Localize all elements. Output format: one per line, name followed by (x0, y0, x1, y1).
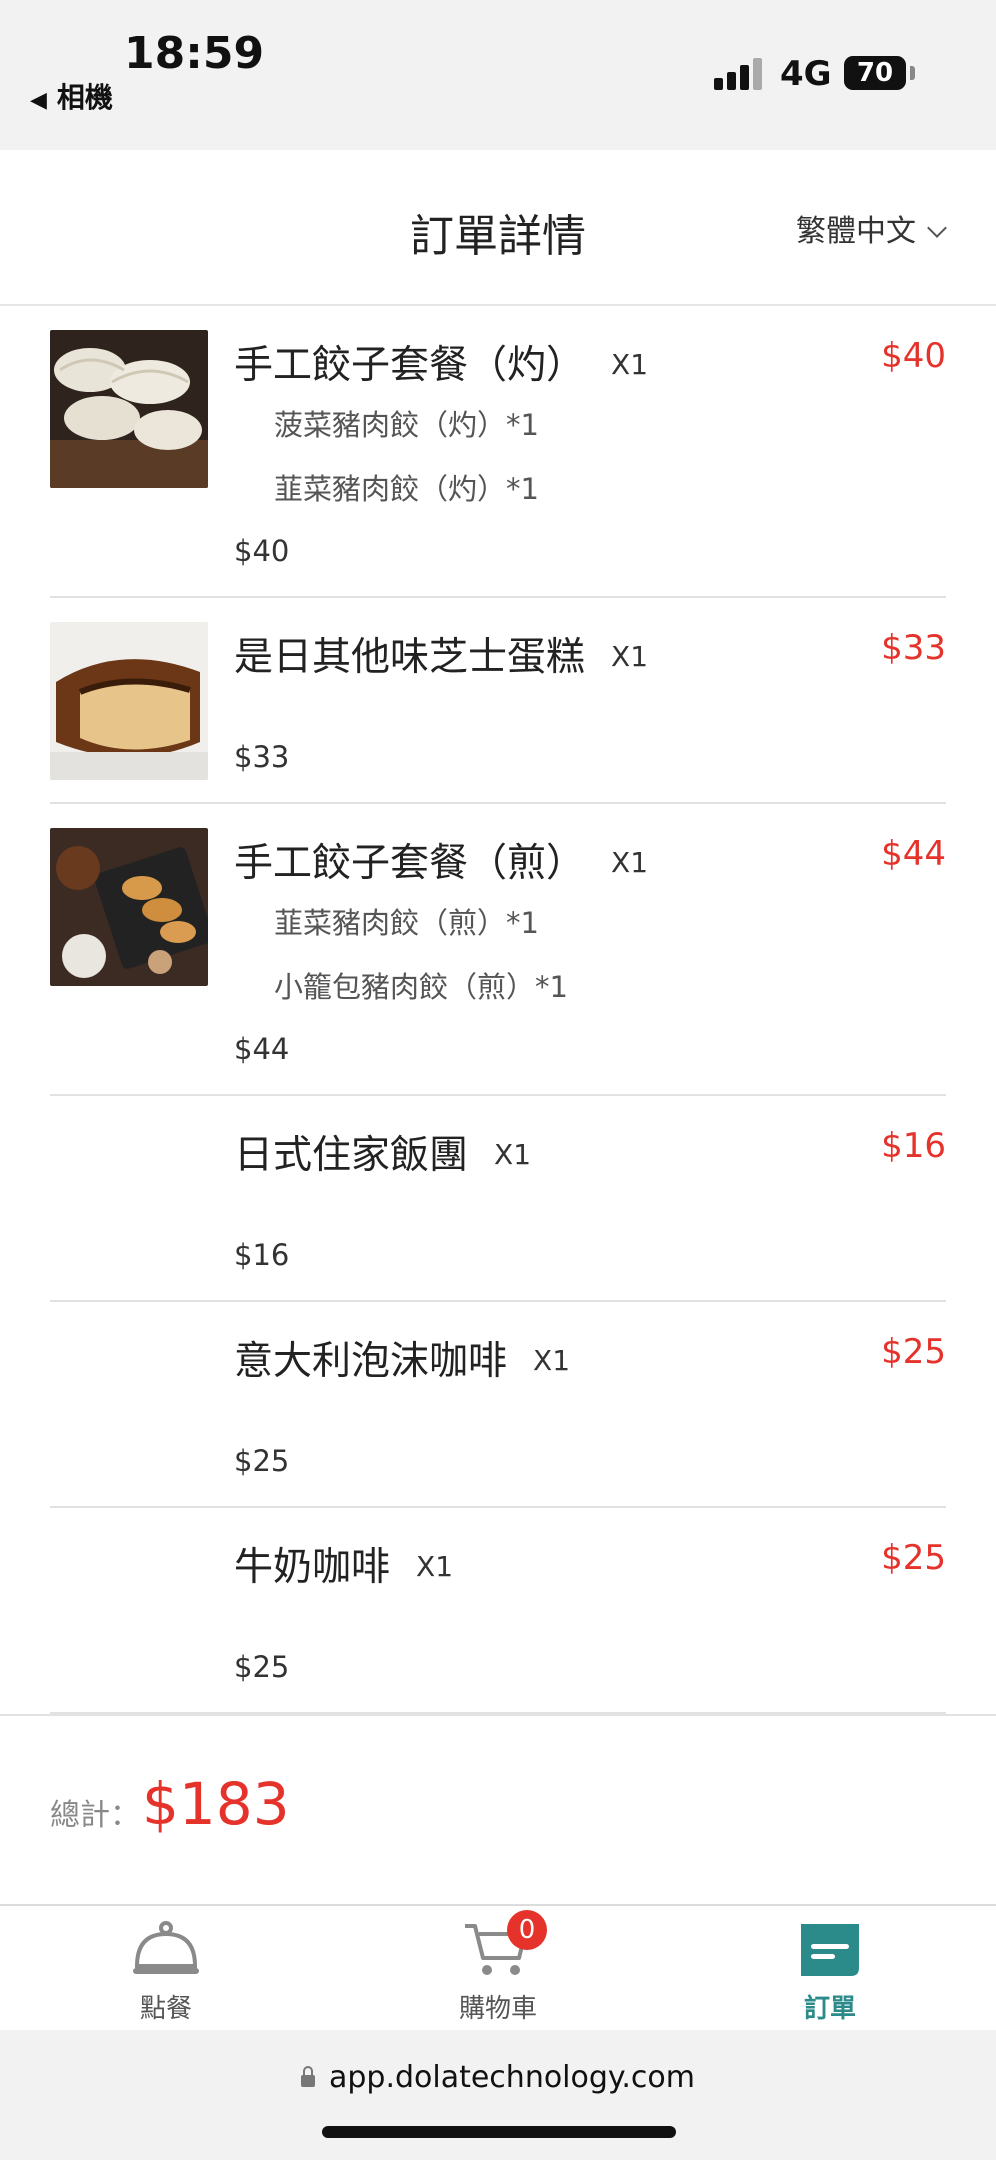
browser-url-bar[interactable]: app.dolatechnology.com (0, 2030, 996, 2160)
order-icon (795, 1918, 865, 1982)
url-text: app.dolatechnology.com (328, 2060, 696, 2095)
item-name-row: 手工餃子套餐（灼） X1 (234, 334, 648, 390)
item-price: $25 (881, 1538, 946, 1578)
item-name: 日式住家飯團 (234, 1133, 469, 1178)
lock-icon (300, 2066, 315, 2087)
order-item-list: 手工餃子套餐（灼） X1 $40 菠菜豬肉餃（灼）*1 韮菜豬肉餃（灼）*1 $4… (0, 306, 996, 1714)
dumplings-boiled-image (50, 330, 208, 488)
item-price: $33 (881, 628, 946, 668)
dumplings-fried-image (50, 828, 208, 986)
item-price: $40 (881, 336, 946, 376)
item-subtotal: $16 (234, 1238, 290, 1272)
tab-label: 購物車 (458, 1994, 537, 2024)
status-bar: 18:59 ◀ 相機 4G 70 (0, 0, 996, 150)
tab-label: 點餐 (139, 1994, 192, 2024)
item-name-row: 牛奶咖啡 X1 (234, 1536, 453, 1592)
item-sub-option: 菠菜豬肉餃（灼）*1 (274, 408, 539, 442)
item-sub-option: 韮菜豬肉餃（灼）*1 (274, 472, 539, 506)
cloche-icon (131, 1918, 201, 1982)
item-name: 是日其他味芝士蛋糕 (234, 635, 586, 680)
total-label: 總計： (50, 1798, 140, 1833)
order-item: 是日其他味芝士蛋糕 X1 $33 $33 (50, 598, 946, 804)
item-name-row: 日式住家飯團 X1 (234, 1124, 531, 1180)
total-bar: 總計： $183 (0, 1714, 996, 1906)
status-time: 18:59 (124, 28, 265, 79)
item-quantity: X1 (416, 1550, 454, 1583)
tab-label: 訂單 (803, 1994, 856, 2024)
cart-icon: 0 (463, 1910, 547, 1982)
item-subtotal: $33 (234, 740, 290, 774)
item-quantity: X1 (611, 846, 649, 879)
order-item: 意大利泡沫咖啡 X1 $25 $25 (50, 1302, 946, 1508)
bottom-tab-bar: 點餐 0 購物車 訂單 (0, 1904, 996, 2032)
item-subtotal: $25 (234, 1444, 290, 1478)
back-to-camera-link[interactable]: ◀ 相機 (30, 76, 113, 116)
home-indicator[interactable] (322, 2126, 676, 2138)
item-quantity: X1 (611, 640, 649, 673)
chevron-down-icon (927, 218, 947, 238)
item-subtotal: $40 (234, 534, 290, 568)
battery-icon: 70 (844, 56, 906, 90)
item-name-row: 手工餃子套餐（煎） X1 (234, 832, 648, 888)
item-subtotal: $25 (234, 1650, 290, 1684)
item-name-row: 是日其他味芝士蛋糕 X1 (234, 626, 648, 682)
language-selector[interactable]: 繁體中文 (796, 206, 947, 250)
item-price: $25 (881, 1332, 946, 1372)
order-item: 牛奶咖啡 X1 $25 $25 (50, 1508, 946, 1714)
total-value: $183 (142, 1770, 290, 1838)
order-item: 日式住家飯團 X1 $16 $16 (50, 1096, 946, 1302)
language-label: 繁體中文 (796, 214, 916, 249)
item-quantity: X1 (533, 1344, 571, 1377)
cheesecake-image (50, 622, 208, 780)
cart-badge: 0 (507, 1910, 547, 1950)
item-subtotal: $44 (234, 1032, 290, 1066)
item-sub-option: 韮菜豬肉餃（煎）*1 (274, 906, 539, 940)
tab-cart[interactable]: 0 購物車 (398, 1910, 598, 2025)
item-price: $16 (881, 1126, 946, 1166)
item-price: $44 (881, 834, 946, 874)
back-label: 相機 (56, 81, 113, 114)
item-quantity: X1 (611, 348, 649, 381)
item-sub-option: 小籠包豬肉餃（煎）*1 (274, 970, 568, 1004)
item-name-row: 意大利泡沫咖啡 X1 (234, 1330, 570, 1386)
order-item: 手工餃子套餐（煎） X1 $44 韮菜豬肉餃（煎）*1 小籠包豬肉餃（煎）*1 $… (50, 804, 946, 1096)
page-header: 訂單詳情 繁體中文 (0, 150, 996, 306)
order-item: 手工餃子套餐（灼） X1 $40 菠菜豬肉餃（灼）*1 韮菜豬肉餃（灼）*1 $4… (50, 306, 946, 598)
battery-level: 70 (856, 58, 894, 88)
item-name: 手工餃子套餐（灼） (234, 343, 586, 388)
item-name: 手工餃子套餐（煎） (234, 841, 586, 886)
tab-order-food[interactable]: 點餐 (66, 1918, 266, 2025)
back-arrow-icon: ◀ (30, 88, 47, 113)
signal-icon (714, 56, 764, 90)
item-name: 意大利泡沫咖啡 (234, 1339, 508, 1384)
item-quantity: X1 (494, 1138, 532, 1171)
network-type: 4G (780, 54, 832, 94)
url-display[interactable]: app.dolatechnology.com (0, 2060, 996, 2095)
battery-tip (910, 66, 915, 80)
item-name: 牛奶咖啡 (234, 1545, 391, 1590)
tab-orders[interactable]: 訂單 (730, 1918, 930, 2025)
